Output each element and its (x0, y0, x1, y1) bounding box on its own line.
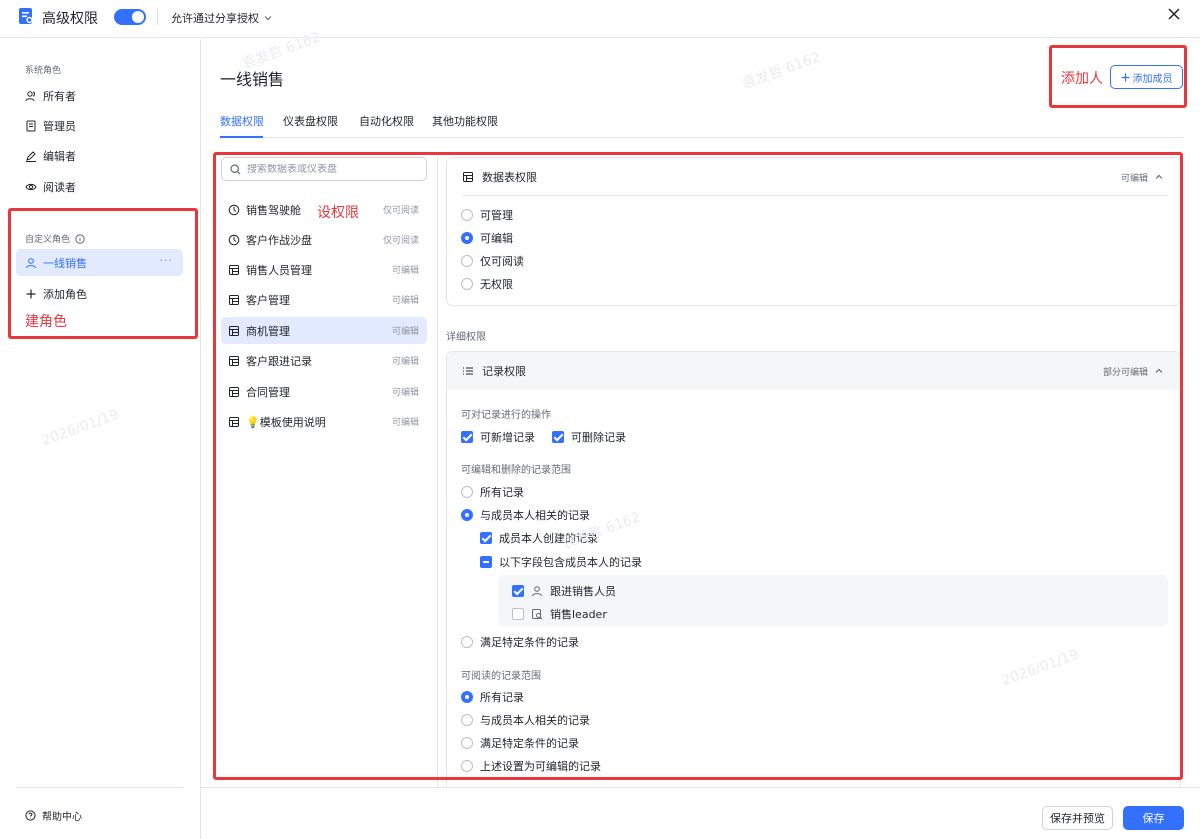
watermark: 袁发哲 6162 (740, 49, 823, 93)
annotation-permission-text: 设权限 (317, 205, 359, 221)
help-center-label: 帮助中心 (42, 812, 82, 823)
chevron-down-icon (264, 16, 272, 21)
admin-icon (26, 120, 36, 131)
tab-dashboard-permission[interactable]: 仪表盘权限 (283, 113, 338, 129)
permission-tabs: 数据权限 仪表盘权限 自动化权限 其他功能权限 (220, 104, 1183, 138)
header-divider (157, 9, 158, 25)
tab-automation-permission[interactable]: 自动化权限 (359, 113, 414, 129)
sidebar-item-editor[interactable]: 编辑者 (16, 142, 183, 169)
sidebar-item-admin[interactable]: 管理员 (16, 112, 183, 139)
sidebar-item-label: 编辑者 (43, 149, 76, 163)
tab-other-permission[interactable]: 其他功能权限 (432, 113, 498, 129)
system-roles-title: 系统角色 (25, 66, 62, 76)
top-bar: 高级权限 允许通过分享授权 (0, 0, 1200, 38)
help-center-link[interactable]: 帮助中心 (25, 808, 82, 823)
save-button[interactable]: 保存 (1123, 806, 1184, 830)
annotation-role-text: 建角色 (25, 314, 67, 330)
advanced-permission-toggle[interactable] (114, 9, 146, 25)
sidebar-item-label: 所有者 (43, 89, 76, 103)
page-title: 高级权限 (42, 11, 98, 27)
save-and-preview-button[interactable]: 保存并预览 (1042, 806, 1113, 830)
annotation-box-permission (213, 152, 1183, 780)
annotation-member-text: 添加人 (1061, 71, 1103, 87)
sidebar-item-label: 阅读者 (43, 180, 76, 194)
share-authorization-dropdown[interactable]: 允许通过分享授权 (171, 10, 273, 26)
sidebar-item-label: 管理员 (43, 119, 76, 133)
share-authorization-label: 允许通过分享授权 (171, 12, 259, 25)
eye-icon (25, 183, 37, 190)
footer-divider (201, 787, 1200, 788)
sidebar-item-owner[interactable]: 所有者 (16, 82, 183, 109)
role-sidebar: 系统角色 所有者 管理员 编辑者 阅读者 自定义角色 一线销售 ··· 添加角色… (0, 39, 201, 839)
pencil-icon (26, 150, 36, 162)
users-icon (25, 90, 35, 101)
sidebar-item-reader[interactable]: 阅读者 (16, 173, 183, 200)
tab-data-permission[interactable]: 数据权限 (220, 113, 264, 129)
sidebar-divider (16, 787, 183, 788)
role-title: 一线销售 (220, 70, 285, 89)
active-tab-indicator (220, 136, 263, 138)
close-icon[interactable] (1166, 6, 1182, 22)
advanced-permission-icon (19, 8, 33, 24)
help-icon (25, 810, 36, 821)
